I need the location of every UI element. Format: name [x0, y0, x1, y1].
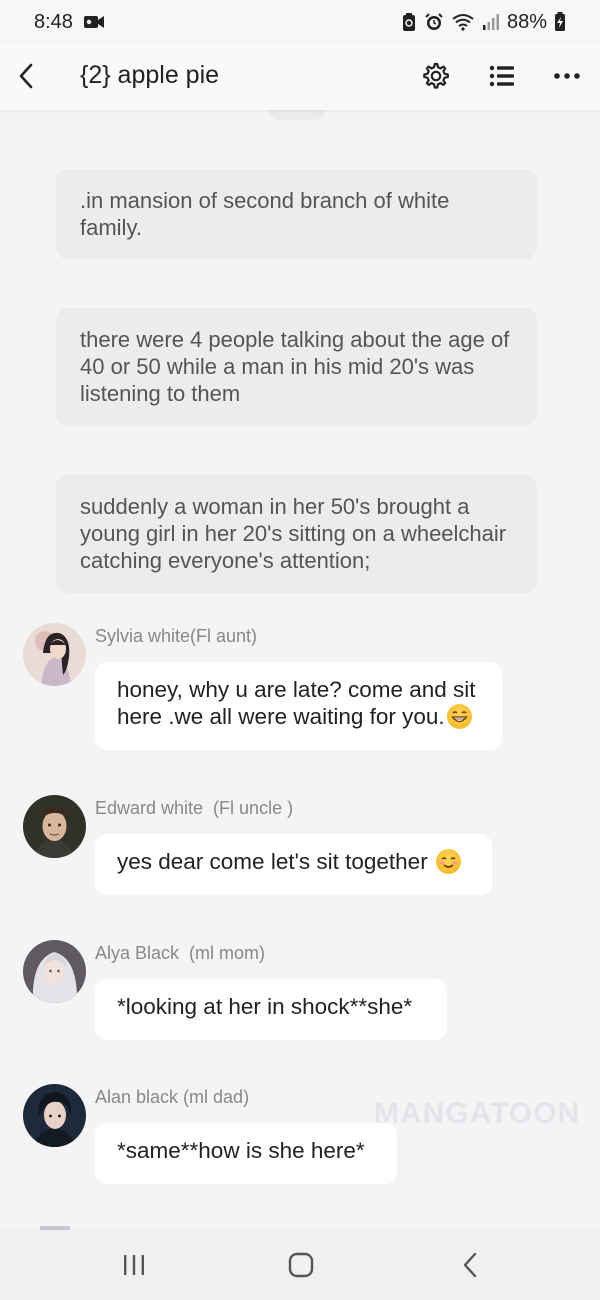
- battery-charging-icon: [554, 12, 566, 32]
- status-bar: 8:48 88%: [0, 0, 600, 44]
- message-bubble: *same**how is she here*: [95, 1123, 397, 1184]
- settings-button[interactable]: [421, 60, 451, 92]
- narration-box: there were 4 people talking about the ag…: [56, 308, 537, 426]
- signal-icon: [482, 13, 500, 31]
- page-title: {2} apple pie: [80, 61, 220, 89]
- avatar[interactable]: [23, 1084, 86, 1147]
- avatar[interactable]: [23, 795, 86, 858]
- battery-percent: 88%: [506, 10, 547, 33]
- message-bubble: honey, why u are late? come and sit here…: [95, 662, 502, 750]
- woman-white-hair-portrait-icon: [23, 940, 86, 1003]
- system-back-button[interactable]: [450, 1250, 490, 1280]
- message-text: yes dear come let's sit together: [117, 849, 434, 874]
- system-nav-bar: [0, 1230, 600, 1300]
- speaker-name: Alan black (ml dad): [95, 1087, 250, 1107]
- chapter-list-button[interactable]: [487, 60, 517, 92]
- message-bubble: *looking at her in shock**she*: [95, 979, 447, 1040]
- message-bubble: yes dear come let's sit together: [95, 834, 492, 895]
- recent-apps-icon: [124, 1255, 144, 1275]
- narration-box: suddenly a woman in her 50's brought a y…: [56, 475, 537, 593]
- narration-box: .in mansion of second branch of white fa…: [56, 169, 537, 259]
- chevron-left-icon: [19, 63, 33, 89]
- recycle-icon: [401, 12, 417, 32]
- system-back-icon: [463, 1252, 477, 1278]
- narration-text: suddenly a woman in her 50's brought a y…: [80, 494, 507, 573]
- wifi-icon: [451, 13, 475, 31]
- grinning-emoji-icon: [446, 704, 472, 729]
- message-text: *looking at her in shock**she*: [117, 994, 413, 1019]
- home-button[interactable]: [281, 1250, 321, 1280]
- recent-apps-button[interactable]: [114, 1250, 154, 1280]
- man-dark-hair-portrait-icon: [23, 1084, 86, 1147]
- woman-portrait-icon: [23, 623, 86, 686]
- app-header: {2} apple pie: [0, 44, 600, 110]
- speaker-name: Sylvia white(Fl aunt): [95, 626, 258, 646]
- avatar[interactable]: [23, 940, 86, 1003]
- status-time: 8:48: [34, 10, 73, 33]
- man-portrait-icon: [23, 795, 86, 858]
- speaker-name: Edward white (Fl uncle ): [95, 798, 294, 818]
- gear-icon: [423, 62, 449, 89]
- status-left: 8:48: [34, 11, 105, 34]
- watermark: MANGATOON: [374, 1097, 581, 1130]
- status-right: 88%: [401, 11, 566, 34]
- home-icon: [288, 1252, 314, 1278]
- message-text: *same**how is she here*: [117, 1138, 365, 1163]
- avatar[interactable]: [23, 623, 86, 686]
- back-button[interactable]: [12, 58, 40, 94]
- message-text: honey, why u are late? come and sit here…: [117, 677, 476, 729]
- narration-text: there were 4 people talking about the ag…: [80, 327, 510, 406]
- video-camera-icon: [83, 14, 105, 30]
- more-dots-icon: [554, 73, 580, 79]
- speaker-name: Alya Black (ml mom): [95, 943, 266, 963]
- alarm-icon: [424, 12, 444, 32]
- smiling-emoji-icon: [435, 849, 461, 874]
- more-options-button[interactable]: [552, 60, 582, 92]
- narration-text: .in mansion of second branch of white fa…: [80, 188, 450, 240]
- list-icon: [489, 65, 514, 87]
